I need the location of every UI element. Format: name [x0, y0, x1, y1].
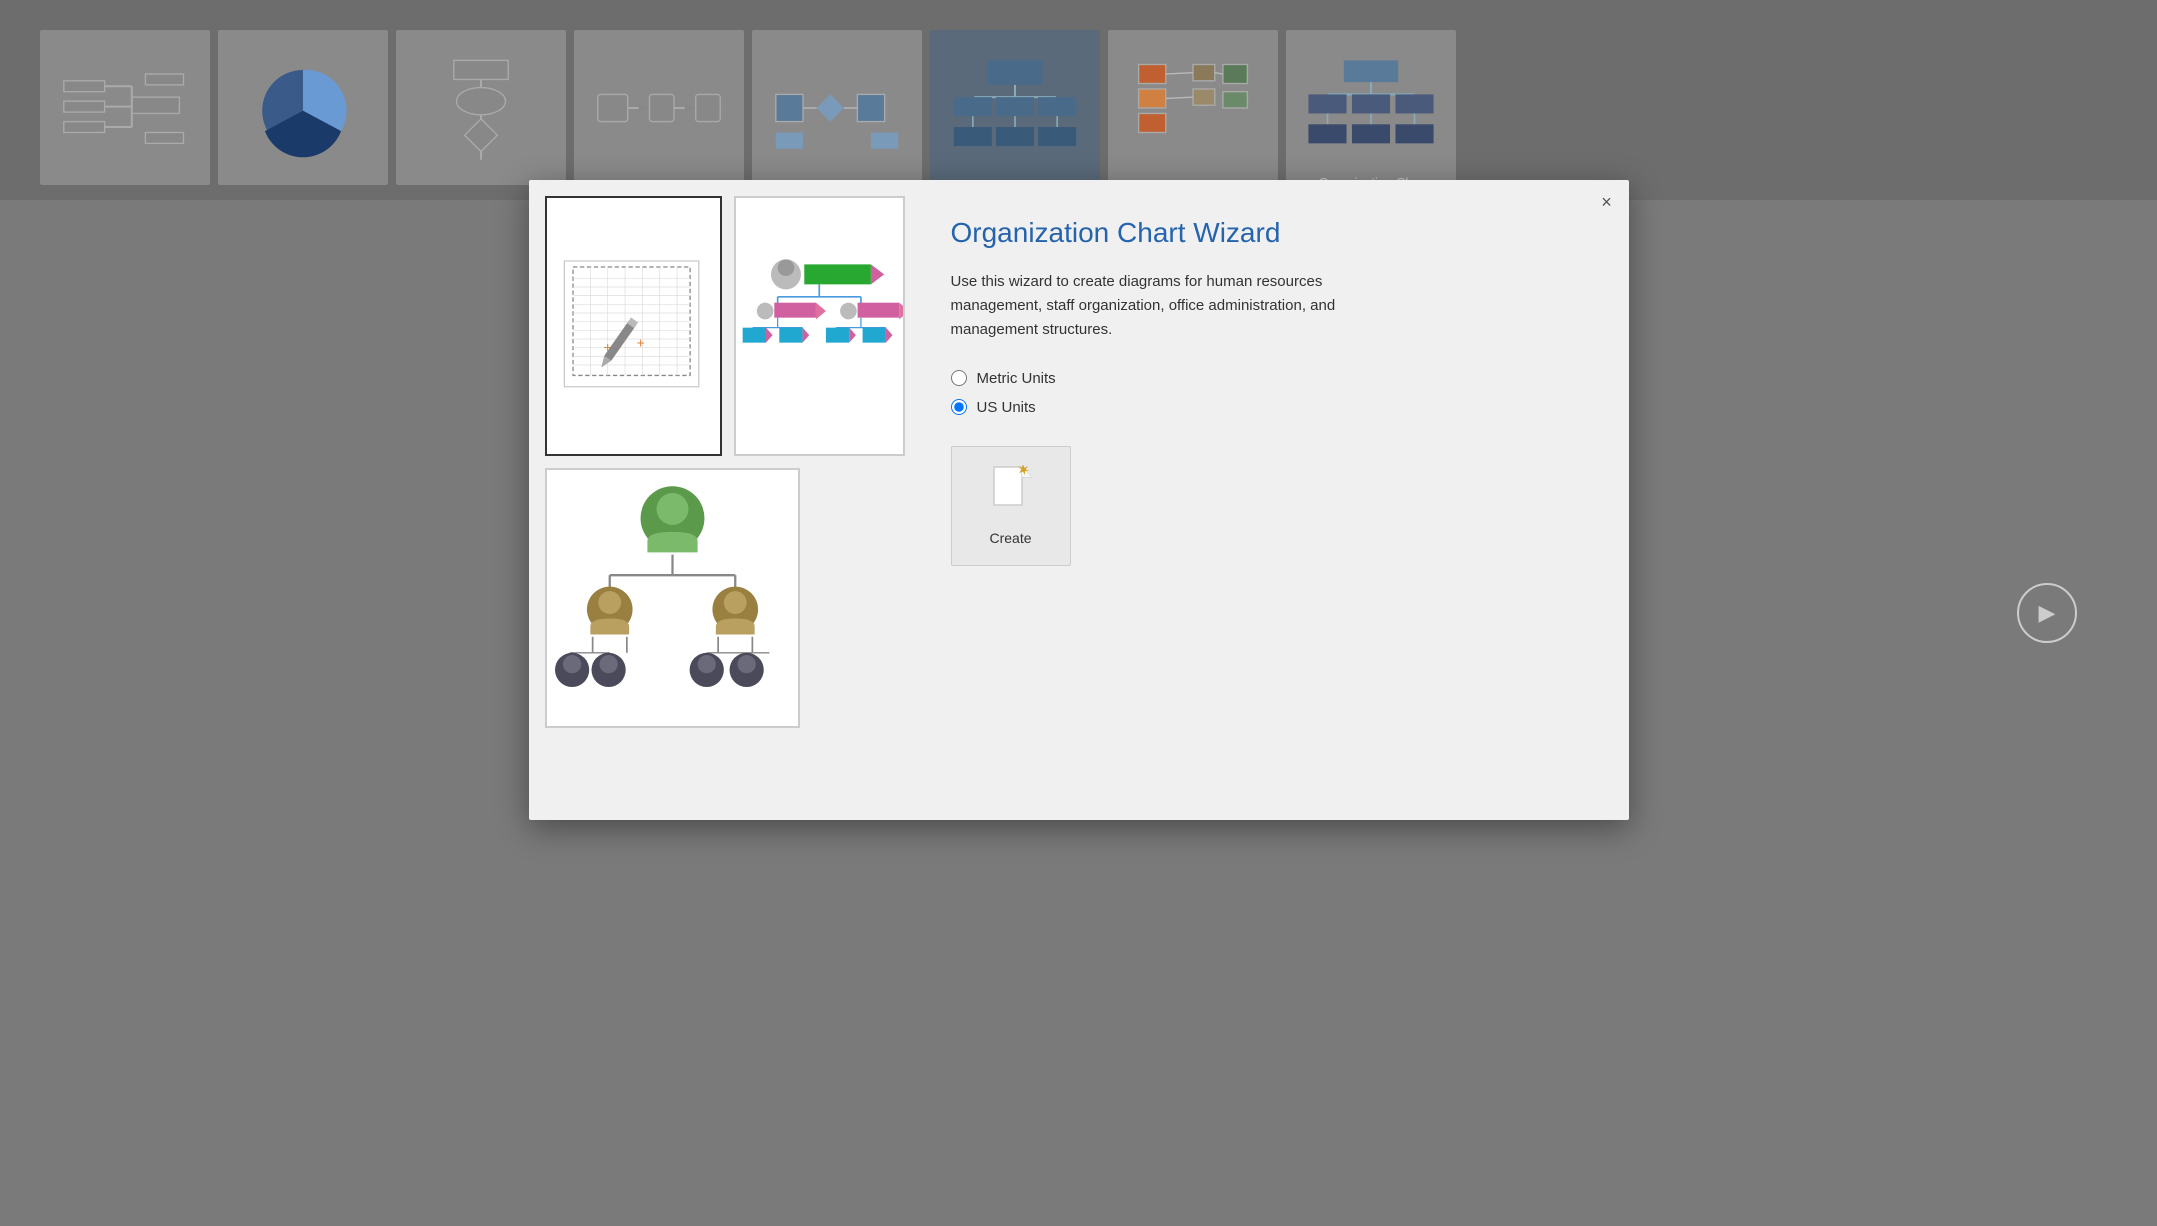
units-radio-group: Metric Units US Units	[951, 370, 1583, 416]
metric-units-radio[interactable]	[951, 370, 967, 386]
bg-thumb-5[interactable]	[752, 30, 922, 185]
bg-thumb-6[interactable]	[930, 30, 1100, 185]
svg-text:+: +	[636, 335, 644, 351]
bg-thumb-2[interactable]	[218, 30, 388, 185]
right-panel: Organization Chart Wizard Use this wizar…	[921, 196, 1613, 804]
wizard-description: Use this wizard to create diagrams for h…	[951, 270, 1381, 342]
bg-label-1	[40, 175, 210, 190]
us-units-option[interactable]: US Units	[951, 399, 1583, 416]
left-panel: + + +	[545, 196, 905, 804]
us-units-radio[interactable]	[951, 399, 967, 415]
bg-thumb-3[interactable]	[396, 30, 566, 185]
wizard-dialog: ×	[529, 180, 1629, 820]
metric-units-option[interactable]: Metric Units	[951, 370, 1583, 387]
create-button[interactable]: Create	[951, 446, 1071, 566]
bg-thumb-8[interactable]	[1286, 30, 1456, 185]
create-icon	[990, 465, 1032, 522]
metric-units-label: Metric Units	[977, 370, 1056, 387]
us-units-label: US Units	[977, 399, 1036, 416]
thumb-row-1: + + +	[545, 196, 905, 456]
template-thumb-3[interactable]	[545, 468, 800, 728]
bg-label-2	[218, 175, 388, 190]
create-button-label: Create	[989, 530, 1031, 546]
dialog-body: + + +	[529, 180, 1629, 820]
bg-thumb-1[interactable]	[40, 30, 210, 185]
play-icon: ▶	[2039, 600, 2056, 626]
bg-thumb-7[interactable]	[1108, 30, 1278, 185]
template-thumb-1[interactable]: + + +	[545, 196, 722, 456]
bg-thumb-4[interactable]	[574, 30, 744, 185]
template-thumb-2[interactable]	[734, 196, 905, 456]
play-button[interactable]: ▶	[2017, 583, 2077, 643]
wizard-title: Organization Chart Wizard	[951, 216, 1583, 250]
thumb-row-2	[545, 468, 905, 728]
close-button[interactable]: ×	[1593, 188, 1621, 216]
background-thumbnails	[0, 0, 2157, 200]
